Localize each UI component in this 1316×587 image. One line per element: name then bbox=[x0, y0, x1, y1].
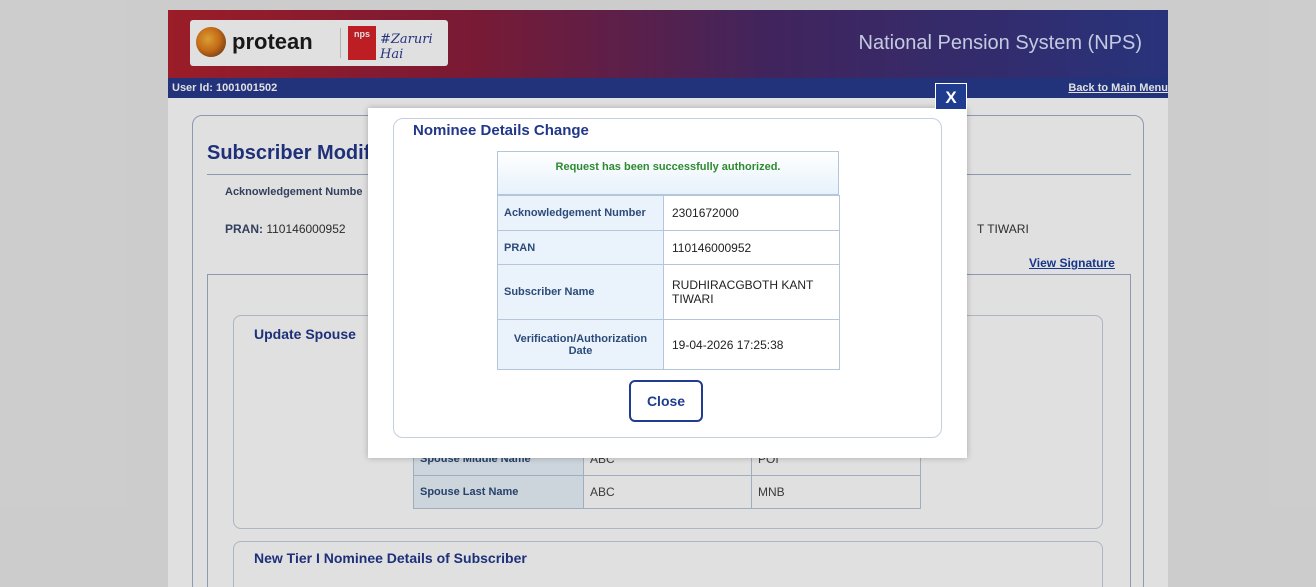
pran-value: 110146000952 bbox=[663, 230, 840, 265]
subscriber-name-value: RUDHIRACGBOTH KANT TIWARI bbox=[663, 264, 840, 320]
ack-number-value: 2301672000 bbox=[663, 195, 840, 231]
dialog-title: Nominee Details Change bbox=[413, 122, 589, 139]
authorization-date-label: Verification/Authorization Date bbox=[497, 319, 664, 370]
nominee-details-dialog: Nominee Details Change Request has been … bbox=[368, 108, 967, 458]
pran-label: PRAN bbox=[497, 230, 664, 265]
table-row: Subscriber Name RUDHIRACGBOTH KANT TIWAR… bbox=[497, 264, 840, 320]
authorization-date-value: 19-04-2026 17:25:38 bbox=[663, 319, 840, 370]
ack-number-label: Acknowledgement Number bbox=[497, 195, 664, 231]
table-row: Verification/Authorization Date 19-04-20… bbox=[497, 319, 840, 370]
subscriber-name-label: Subscriber Name bbox=[497, 264, 664, 320]
table-row: Acknowledgement Number 2301672000 bbox=[497, 195, 840, 231]
dialog-frame: Nominee Details Change Request has been … bbox=[393, 118, 942, 438]
success-message: Request has been successfully authorized… bbox=[497, 151, 839, 195]
table-row: PRAN 110146000952 bbox=[497, 230, 840, 265]
details-table: Acknowledgement Number 2301672000 PRAN 1… bbox=[497, 195, 840, 370]
close-button[interactable]: Close bbox=[629, 380, 703, 422]
close-icon[interactable]: X bbox=[935, 83, 967, 110]
